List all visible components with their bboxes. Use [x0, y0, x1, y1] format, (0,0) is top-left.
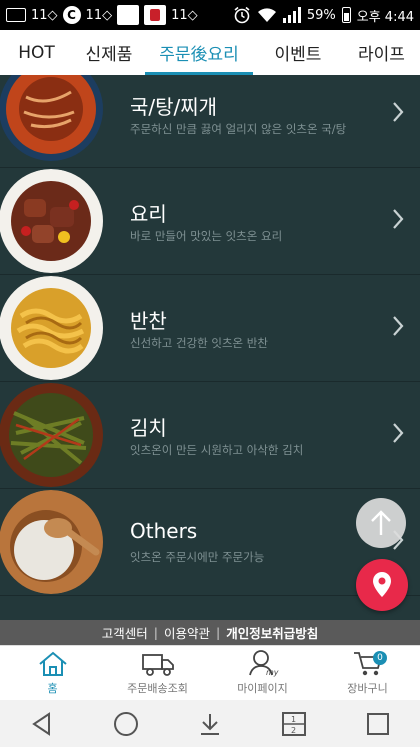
category-subtitle: 잇츠온이 만든 시원하고 아삭한 김치: [130, 443, 304, 457]
chevron-right-icon: [393, 316, 404, 336]
cart-count-badge: 0: [373, 651, 387, 665]
tab-life[interactable]: 라이프: [343, 30, 420, 75]
category-subtitle: 잇츠온 주문시에만 주문가능: [130, 550, 265, 564]
tab-hot[interactable]: HOT: [0, 30, 73, 75]
category-title: 김치: [130, 416, 167, 440]
category-tab-bar: HOT 신제품 주문後요리 이벤트 라이프: [0, 30, 420, 75]
sb-indicator-3: 11◇: [171, 7, 198, 23]
clock: 오후 4:44: [356, 9, 414, 25]
category-title: 국/탕/찌개: [130, 95, 218, 119]
chevron-right-icon: [393, 209, 404, 229]
wifi-icon: [257, 8, 276, 22]
nav-label: 주문배송조회: [127, 682, 188, 695]
svg-text:1: 1: [291, 715, 296, 724]
svg-text:2: 2: [291, 726, 296, 735]
category-subtitle: 신선하고 건강한 잇츠온 반찬: [130, 336, 268, 350]
category-row-kimchi[interactable]: 김치 잇츠온이 만든 시원하고 아삭한 김치: [0, 382, 420, 489]
kimchi-dish-image: [0, 383, 103, 487]
category-subtitle: 바로 만들어 맛있는 잇츠온 요리: [130, 229, 283, 243]
sb-indicator-1: 11◇: [31, 7, 58, 23]
rice-bowl-image: [0, 490, 103, 594]
scroll-to-top-button[interactable]: [356, 498, 406, 548]
battery-icon: [341, 7, 351, 23]
nav-label: 홈: [47, 682, 58, 695]
location-pin-icon: [373, 572, 391, 597]
recent-apps-icon[interactable]: [365, 711, 391, 737]
category-title: 요리: [130, 202, 167, 226]
nav-order-tracking[interactable]: 주문배송조회: [105, 646, 210, 700]
tab-new[interactable]: 신제품: [73, 30, 145, 75]
nav-cart[interactable]: 0 장바구니: [315, 646, 420, 700]
back-icon[interactable]: [29, 711, 55, 737]
category-list: 국/탕/찌개 주문하신 만큼 끓여 얼리지 않은 잇츠온 국/탕 요리 바로 만…: [0, 75, 420, 620]
side-dish-image: [0, 276, 103, 380]
category-row-soup[interactable]: 국/탕/찌개 주문하신 만큼 끓여 얼리지 않은 잇츠온 국/탕: [0, 75, 420, 168]
footer-links: 고객센터 | 이용약관 | 개인정보취급방침: [0, 620, 420, 645]
sb-app-icon-red: [144, 5, 167, 25]
chevron-right-icon: [393, 423, 404, 443]
category-row-dish[interactable]: 요리 바로 만들어 맛있는 잇츠온 요리: [0, 168, 420, 275]
privacy-policy-link[interactable]: 개인정보취급방침: [220, 623, 324, 642]
bottom-navigation: 홈 주문배송조회 my 마이페이지 0 장바구니: [0, 645, 420, 700]
chevron-right-icon: [393, 102, 404, 122]
category-subtitle: 주문하신 만큼 끓여 얼리지 않은 잇츠온 국/탕: [130, 122, 347, 136]
split-screen-icon[interactable]: 12: [281, 711, 307, 737]
download-icon[interactable]: [197, 711, 223, 737]
tab-event[interactable]: 이벤트: [253, 30, 343, 75]
svg-text:my: my: [266, 668, 279, 677]
sb-mail-icon: [6, 8, 26, 22]
nav-label: 장바구니: [347, 682, 388, 695]
signal-icon: [282, 7, 301, 23]
truck-icon: [141, 654, 174, 676]
status-bar: 11◇ C 11◇ 11◇ 59% 오후 4:44: [0, 0, 420, 30]
home-circle-icon[interactable]: [113, 711, 139, 737]
alarm-icon: [234, 6, 250, 24]
nav-label: 마이페이지: [237, 682, 288, 695]
soup-dish-image: [0, 75, 103, 161]
nav-home[interactable]: 홈: [0, 646, 105, 700]
arrow-up-icon: [371, 510, 391, 535]
sb-indicator-2: 11◇: [85, 7, 113, 23]
terms-link[interactable]: 이용약관: [158, 623, 216, 642]
nav-my-page[interactable]: my 마이페이지: [210, 646, 315, 700]
location-button[interactable]: [356, 559, 408, 611]
system-navigation-bar: 12: [0, 700, 420, 747]
battery-percent: 59%: [306, 7, 336, 23]
sb-app-icon: [117, 5, 140, 25]
sb-c-badge-icon: C: [62, 6, 81, 24]
mypage-icon: my: [248, 650, 279, 677]
category-title: 반찬: [130, 309, 167, 333]
braised-ribs-dish-image: [0, 169, 103, 273]
customer-center-link[interactable]: 고객센터: [96, 623, 154, 642]
category-title: Others: [130, 519, 198, 543]
tab-order-cooking[interactable]: 주문後요리: [145, 30, 253, 75]
category-row-side-dish[interactable]: 반찬 신선하고 건강한 잇츠온 반찬: [0, 275, 420, 382]
home-icon: [38, 651, 67, 676]
